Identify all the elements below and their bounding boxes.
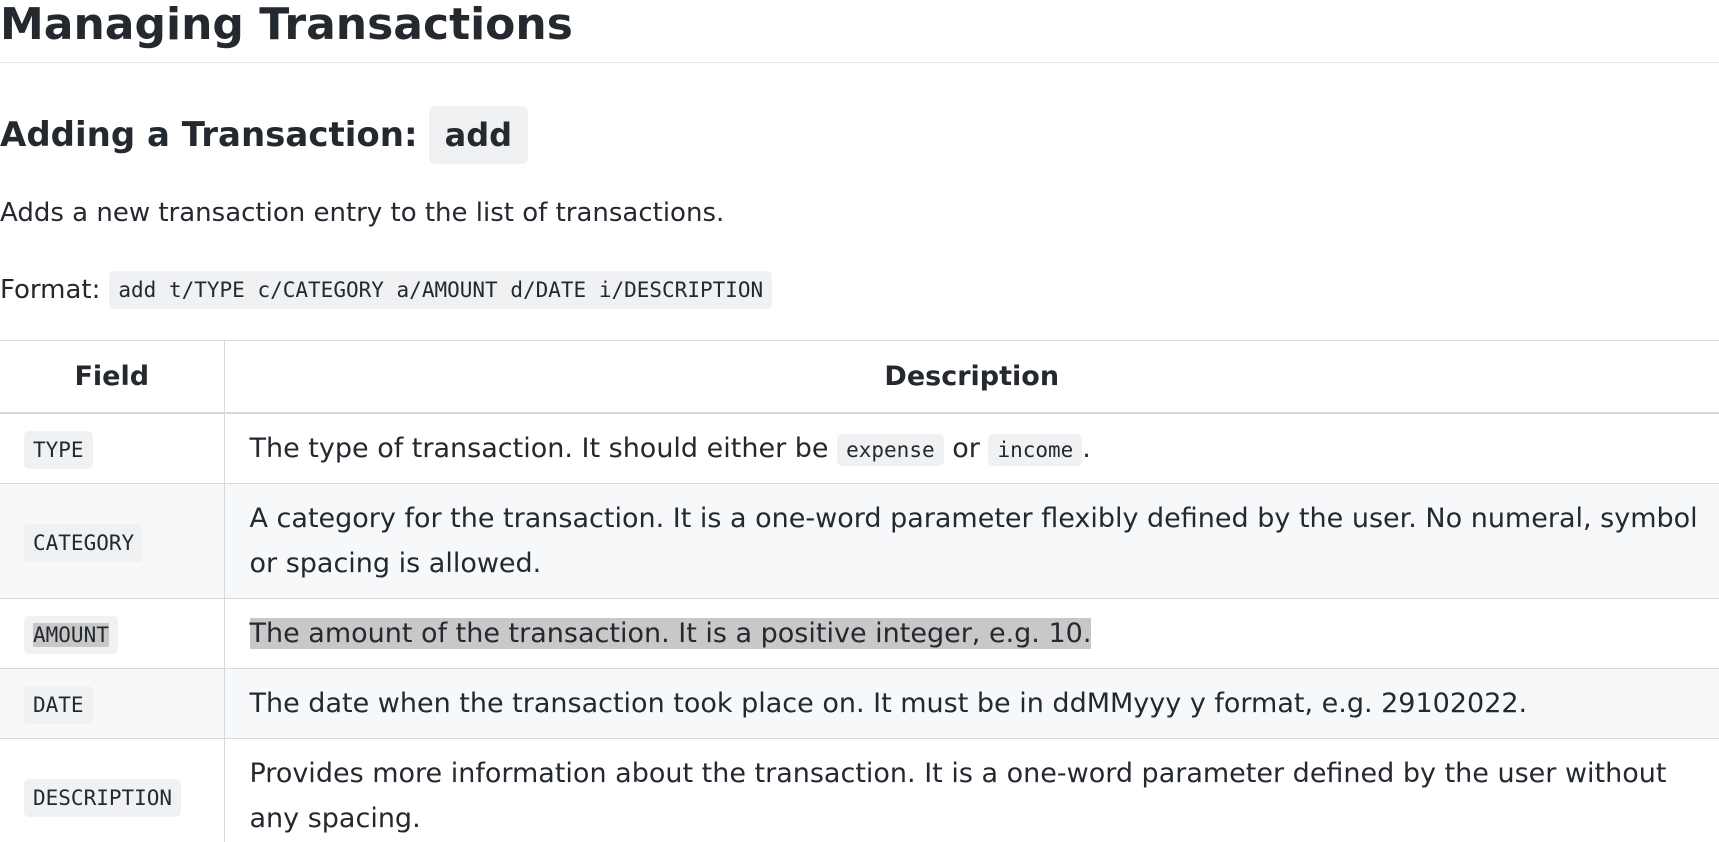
inline-code-income: income	[988, 434, 1083, 466]
description-cell: Provides more information about the tran…	[223, 738, 1719, 842]
description-text: .	[1082, 433, 1091, 464]
table-row: TYPE The type of transaction. It should …	[0, 412, 1719, 484]
format-line: Format: add t/TYPE c/CATEGORY a/AMOUNT d…	[0, 270, 773, 310]
selected-text: The amount of the transaction. It is a p…	[249, 618, 1092, 649]
field-cell: CATEGORY	[0, 483, 224, 599]
section-heading: Adding a Transaction: add	[0, 106, 528, 164]
table-row: DESCRIPTION Provides more information ab…	[0, 738, 1719, 842]
field-cell: TYPE	[0, 412, 224, 484]
section-description: Adds a new transaction entry to the list…	[0, 198, 725, 228]
field-cell: DESCRIPTION	[0, 738, 224, 842]
table-row: CATEGORY A category for the transaction.…	[0, 483, 1719, 599]
format-label: Format:	[0, 275, 101, 305]
field-code: DESCRIPTION	[24, 778, 182, 817]
page-title: Managing Transactions	[0, 0, 1719, 63]
field-code: DATE	[24, 686, 93, 724]
header-field: Field	[0, 340, 224, 414]
field-cell: DATE	[0, 668, 224, 739]
inline-code-expense: expense	[837, 434, 944, 466]
table-header-row: Field Description	[0, 340, 1719, 414]
field-code: AMOUNT	[24, 616, 118, 654]
field-code: CATEGORY	[24, 523, 144, 562]
description-text: The type of transaction. It should eithe…	[249, 433, 829, 464]
description-cell: The amount of the transaction. It is a p…	[223, 598, 1719, 669]
fields-table: Field Description TYPE The type of trans…	[0, 340, 1719, 842]
description-cell: The type of transaction. It should eithe…	[223, 412, 1719, 484]
table-row: AMOUNT The amount of the transaction. It…	[0, 598, 1719, 669]
command-code: add	[428, 106, 528, 164]
description-text: or	[952, 433, 980, 464]
field-code: TYPE	[24, 431, 93, 469]
section-heading-text: Adding a Transaction:	[0, 115, 418, 155]
table-row: DATE The date when the transaction took …	[0, 668, 1719, 739]
format-code: add t/TYPE c/CATEGORY a/AMOUNT d/DATE i/…	[109, 271, 773, 309]
description-cell: A category for the transaction. It is a …	[223, 483, 1719, 599]
selected-text: AMOUNT	[33, 623, 109, 647]
description-cell: The date when the transaction took place…	[223, 668, 1719, 739]
document-page: Managing Transactions Adding a Transacti…	[0, 0, 1719, 842]
field-cell: AMOUNT	[0, 598, 224, 669]
header-description: Description	[223, 340, 1719, 414]
